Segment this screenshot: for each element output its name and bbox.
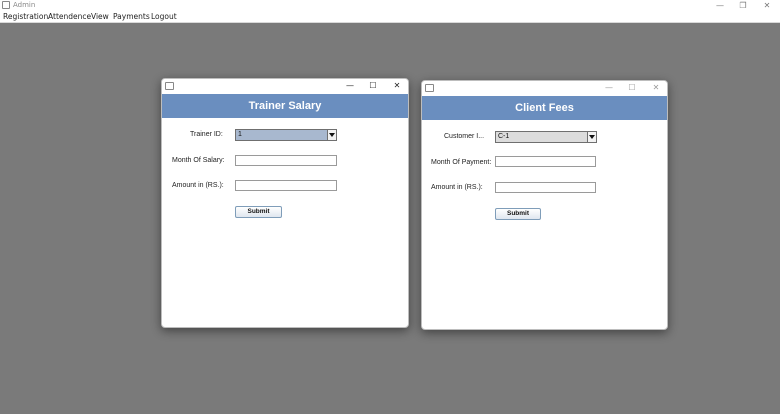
amount-label: Amount in (RS.): [431,184,483,191]
frame-titlebar: — ☐ ✕ [162,79,408,94]
window-titlebar: Admin — ❐ ✕ [0,0,780,11]
menu-payments[interactable]: Payments [113,11,150,23]
submit-button[interactable]: Submit [235,206,282,218]
chevron-down-icon[interactable] [587,132,596,142]
minimize-icon[interactable]: — [343,79,357,93]
customer-id-combo[interactable]: C-1 [495,131,597,143]
amount-field[interactable] [495,182,596,193]
month-of-salary-field[interactable] [235,155,337,166]
client-fees-frame: — ☐ ✕ Client Fees Customer I... C-1 Mont… [421,80,668,330]
trainer-salary-frame: — ☐ ✕ Trainer Salary Trainer ID: 1 Month… [161,78,409,328]
amount-field[interactable] [235,180,337,191]
menu-registration[interactable]: Registration [3,11,48,23]
menu-logout[interactable]: Logout [151,11,177,23]
customer-id-value: C-1 [498,133,510,140]
frame-icon [425,84,434,92]
chevron-down-icon[interactable] [327,130,336,140]
menu-view[interactable]: View [91,11,109,23]
customer-id-label: Customer I... [444,133,485,140]
month-of-payment-field[interactable] [495,156,596,167]
window-title: Admin [13,1,36,9]
menubar: Registration Attendence View Payments Lo… [0,11,780,23]
frame-titlebar: — ☐ ✕ [422,81,667,96]
trainer-id-combo[interactable]: 1 [235,129,337,141]
trainer-id-label: Trainer ID: [190,131,223,138]
maximize-icon[interactable]: ☐ [625,81,639,95]
frame-heading: Trainer Salary [162,94,408,118]
close-icon[interactable]: ✕ [390,79,404,93]
minimize-icon[interactable]: — [714,0,726,11]
close-icon[interactable]: ✕ [761,0,773,11]
month-of-salary-label: Month Of Salary: [172,157,225,164]
close-icon[interactable]: ✕ [649,81,663,95]
minimize-icon[interactable]: — [602,81,616,95]
frame-icon [165,82,174,90]
month-of-payment-label: Month Of Payment: [431,159,492,166]
frame-heading: Client Fees [422,96,667,120]
trainer-id-value: 1 [238,131,242,138]
maximize-icon[interactable]: ☐ [366,79,380,93]
restore-icon[interactable]: ❐ [737,0,749,11]
app-icon [2,1,10,9]
amount-label: Amount in (RS.): [172,182,224,189]
submit-button[interactable]: Submit [495,208,541,220]
menu-attendence[interactable]: Attendence [48,11,91,23]
